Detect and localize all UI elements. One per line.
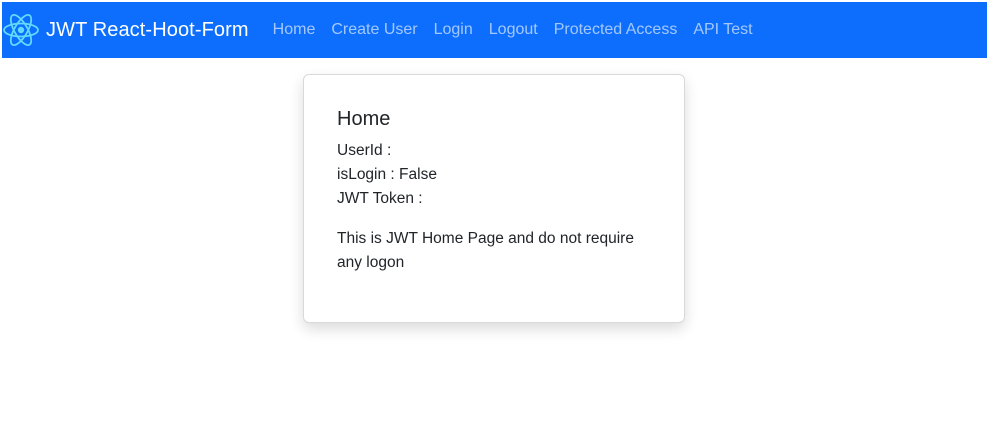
jwt-token-label: JWT Token :	[337, 190, 423, 207]
nav-link-api-test[interactable]: API Test	[693, 21, 752, 39]
navbar-brand[interactable]: JWT React-Hoot-Form	[2, 11, 249, 49]
userid-label: UserId :	[337, 142, 392, 159]
card-title: Home	[337, 108, 391, 130]
islogin-row: isLogin : False	[337, 163, 651, 187]
react-atom-icon	[2, 11, 40, 49]
home-card: Home UserId : isLogin : False JWT Token …	[303, 74, 685, 323]
top-navbar: JWT React-Hoot-Form Home Create User Log…	[2, 2, 987, 58]
islogin-value: False	[399, 166, 437, 183]
islogin-label: isLogin :	[337, 166, 395, 183]
card-description: This is JWT Home Page and do not require…	[337, 230, 634, 271]
nav-link-protected-access[interactable]: Protected Access	[554, 21, 678, 39]
brand-title: JWT React-Hoot-Form	[46, 18, 249, 41]
jwt-token-row: JWT Token :	[337, 187, 651, 211]
nav-link-create-user[interactable]: Create User	[331, 21, 417, 39]
nav-link-logout[interactable]: Logout	[489, 21, 538, 39]
nav-links: Home Create User Login Logout Protected …	[265, 21, 769, 39]
nav-link-login[interactable]: Login	[434, 21, 473, 39]
userid-row: UserId :	[337, 139, 651, 163]
nav-link-home[interactable]: Home	[273, 21, 316, 39]
